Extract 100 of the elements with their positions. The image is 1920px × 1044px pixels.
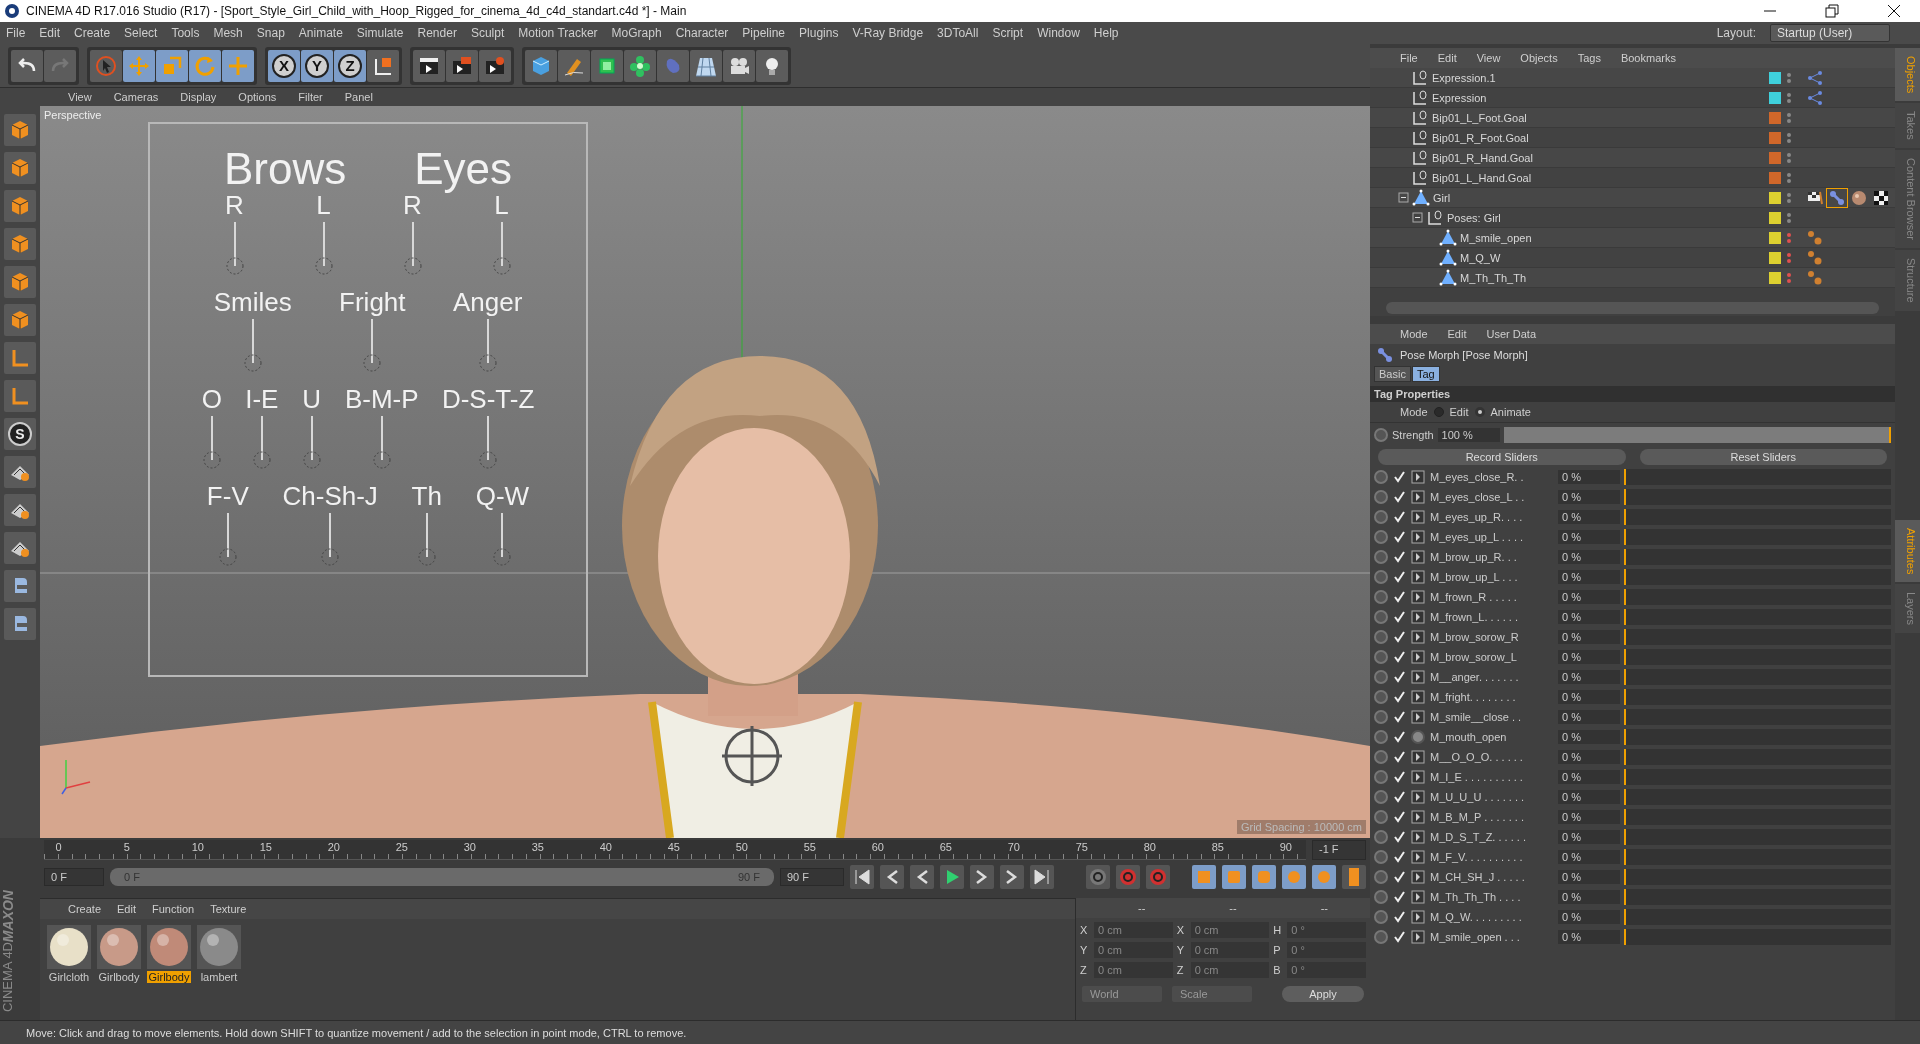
timeline-button[interactable] xyxy=(1342,865,1366,889)
slider-handle[interactable] xyxy=(1624,709,1626,725)
menu-item[interactable]: View xyxy=(68,91,92,103)
animate-toggle[interactable] xyxy=(1374,610,1388,624)
animate-toggle[interactable] xyxy=(1374,490,1388,504)
menu-item[interactable]: Mesh xyxy=(213,26,243,40)
menu-item[interactable]: File xyxy=(6,26,26,40)
pen-button[interactable] xyxy=(558,49,590,82)
animate-toggle[interactable] xyxy=(1374,910,1388,924)
coordinate-system-button[interactable] xyxy=(367,49,399,82)
menu-item[interactable]: Options xyxy=(238,91,277,103)
checkbox[interactable] xyxy=(1392,750,1406,764)
material-name[interactable]: Girlcloth xyxy=(46,971,92,983)
menu-item[interactable]: Tags xyxy=(1577,52,1601,64)
floor-grid-button[interactable] xyxy=(690,49,722,82)
menu-item[interactable]: Sculpt xyxy=(470,26,505,40)
object-name[interactable]: Expression xyxy=(1432,91,1487,104)
visibility-dots[interactable] xyxy=(1787,212,1791,223)
animate-toggle[interactable] xyxy=(1374,570,1388,584)
slider-handle[interactable] xyxy=(1624,609,1626,625)
checkbox[interactable] xyxy=(1392,570,1406,584)
radio-button[interactable] xyxy=(1433,407,1444,417)
checkbox[interactable] xyxy=(1392,870,1406,884)
node-graph-icon[interactable] xyxy=(1806,68,1824,87)
next-frame-button[interactable] xyxy=(970,865,994,889)
menu-item[interactable]: Help xyxy=(1093,26,1119,40)
collapse-toggle[interactable] xyxy=(1412,212,1423,223)
menu-item[interactable]: Snap xyxy=(256,26,285,40)
action-button[interactable]: Reset Sliders xyxy=(1639,449,1887,465)
menu-item[interactable]: Render xyxy=(417,26,457,40)
slider-handle[interactable] xyxy=(1624,649,1626,665)
checkbox[interactable] xyxy=(1392,530,1406,544)
animate-toggle[interactable] xyxy=(1374,428,1388,442)
axis-lock-button[interactable]: X xyxy=(268,49,300,82)
visibility-dots[interactable] xyxy=(1787,152,1791,163)
previous-key-button[interactable] xyxy=(880,865,904,889)
menu-item[interactable]: Edit xyxy=(1437,52,1457,64)
skip-end-button[interactable] xyxy=(1030,865,1054,889)
strength-field[interactable]: 100 % xyxy=(1437,428,1500,442)
skip-start-button[interactable] xyxy=(850,865,874,889)
menu-item[interactable]: Edit xyxy=(1447,328,1467,340)
play-button[interactable] xyxy=(940,865,964,889)
checkbox[interactable] xyxy=(1392,850,1406,864)
coordinate-field[interactable]: 0 cm xyxy=(1094,942,1173,958)
radio-button[interactable] xyxy=(1474,407,1485,417)
menu-item[interactable]: Panel xyxy=(344,91,373,103)
menu-item[interactable]: Character xyxy=(675,26,729,40)
menu-item[interactable]: File xyxy=(1400,52,1418,64)
slider-handle[interactable] xyxy=(1624,849,1626,865)
menu-item[interactable]: Cameras xyxy=(113,91,159,103)
light-bulb-button[interactable] xyxy=(756,49,788,82)
slider-handle[interactable] xyxy=(1624,509,1626,525)
menu-item[interactable]: Create xyxy=(74,26,111,40)
animate-toggle[interactable] xyxy=(1374,650,1388,664)
animate-toggle[interactable] xyxy=(1374,630,1388,644)
value-field[interactable]: 0 % xyxy=(1558,870,1620,884)
animate-toggle[interactable] xyxy=(1374,890,1388,904)
coordinate-field[interactable]: 0 cm xyxy=(1094,962,1173,978)
menu-item[interactable]: Select xyxy=(124,26,158,40)
slider-handle[interactable] xyxy=(1624,629,1626,645)
animate-toggle[interactable] xyxy=(1374,730,1388,744)
checkbox[interactable] xyxy=(1392,690,1406,704)
visibility-dots[interactable] xyxy=(1787,172,1791,183)
checkbox[interactable] xyxy=(1392,490,1406,504)
animate-toggle[interactable] xyxy=(1374,810,1388,824)
menu-item[interactable]: Pipeline xyxy=(742,26,786,40)
menu-item[interactable]: 3DToAll xyxy=(937,26,979,40)
value-field[interactable]: 0 % xyxy=(1558,830,1620,844)
next-key-button[interactable] xyxy=(1000,865,1024,889)
value-field[interactable]: 0 % xyxy=(1558,910,1620,924)
coordinate-field[interactable]: 0 ° xyxy=(1287,962,1366,978)
checkbox[interactable] xyxy=(1392,470,1406,484)
animate-toggle[interactable] xyxy=(1374,770,1388,784)
object-name[interactable]: M_smile_open xyxy=(1460,231,1532,244)
collapse-toggle[interactable] xyxy=(1398,192,1409,203)
visibility-dots[interactable] xyxy=(1787,112,1791,123)
menu-item[interactable]: Animate xyxy=(298,26,343,40)
menu-item[interactable]: Script xyxy=(992,26,1024,40)
side-tab[interactable]: Objects xyxy=(1895,48,1920,102)
menu-item[interactable]: Filter xyxy=(298,91,323,103)
node-graph-icon[interactable] xyxy=(1806,88,1824,107)
animate-toggle[interactable] xyxy=(1374,930,1388,944)
animate-toggle[interactable] xyxy=(1374,750,1388,764)
pose-morph-icon[interactable] xyxy=(1376,346,1394,364)
clapper-button[interactable] xyxy=(479,49,511,82)
keyframe-button[interactable] xyxy=(1086,865,1110,889)
checkbox[interactable] xyxy=(1392,790,1406,804)
animate-toggle[interactable] xyxy=(1374,550,1388,564)
slider-handle[interactable] xyxy=(1624,769,1626,785)
value-field[interactable]: 0 % xyxy=(1558,710,1620,724)
material-name[interactable]: lambert xyxy=(198,971,240,983)
camera-button[interactable] xyxy=(723,49,755,82)
slider-handle[interactable] xyxy=(1624,529,1626,545)
menu-item[interactable]: Objects xyxy=(1520,52,1558,64)
record-button[interactable] xyxy=(1116,865,1140,889)
coordinate-field[interactable]: 0 cm xyxy=(1190,942,1270,958)
slider-handle[interactable] xyxy=(1624,689,1626,705)
apply-button[interactable]: Apply xyxy=(1282,986,1364,1002)
animate-toggle[interactable] xyxy=(1374,870,1388,884)
object-name[interactable]: Bip01_R_Hand.Goal xyxy=(1432,151,1533,164)
